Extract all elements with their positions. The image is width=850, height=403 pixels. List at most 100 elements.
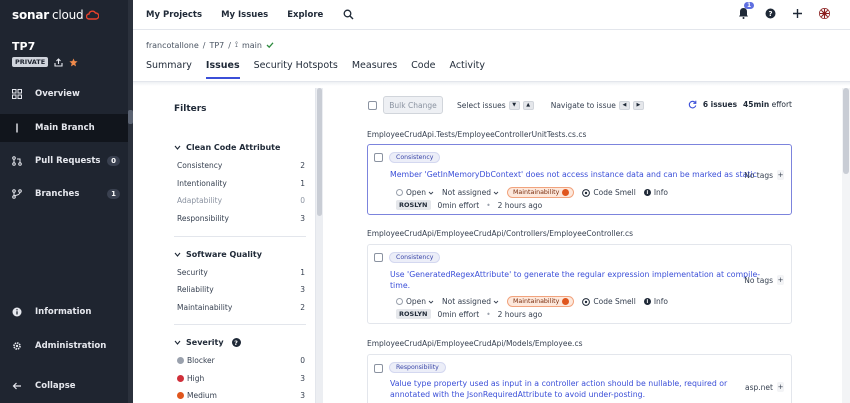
filter-option[interactable]: Security 1	[177, 268, 305, 277]
issue-tags[interactable]: asp.net +	[745, 382, 784, 392]
project-name[interactable]: TP7	[12, 40, 35, 53]
add-tag-button[interactable]: +	[777, 170, 784, 180]
breadcrumb-separator: /	[228, 40, 231, 50]
sidebar-item-main-branch[interactable]: Main Branch	[0, 114, 128, 142]
software-quality-badge[interactable]: Maintainability	[506, 187, 575, 198]
issue-tags[interactable]: No tags +	[744, 275, 784, 285]
filter-option[interactable]: High 3	[177, 374, 305, 383]
tab-issues[interactable]: Issues	[205, 60, 240, 79]
info-severity-icon: i	[643, 298, 651, 305]
help-icon[interactable]: ?	[231, 338, 241, 347]
sidebar-collapse-button[interactable]: Collapse	[0, 372, 128, 400]
breadcrumb-org[interactable]: francotallone	[146, 41, 199, 50]
issues-scrollbar-thumb[interactable]	[843, 88, 849, 174]
filter-label: Blocker	[187, 356, 215, 365]
issue-status: Open	[406, 188, 427, 197]
sidebar-item-overview[interactable]: Overview	[0, 80, 128, 108]
filter-option[interactable]: Responsibility 3	[177, 214, 305, 223]
filter-label: Medium	[187, 391, 217, 400]
sidebar-item-label: Main Branch	[35, 123, 95, 133]
tab-activity[interactable]: Activity	[449, 60, 485, 79]
filter-option[interactable]: Medium 3	[177, 391, 305, 400]
issue-file-path[interactable]: EmployeeCrudApi/EmployeeCrudApi/Controll…	[367, 229, 633, 238]
issue-message[interactable]: Use 'GeneratedRegexAttribute' to generat…	[390, 269, 760, 291]
software-quality-badge[interactable]: Maintainability	[506, 296, 575, 307]
filter-group-software-quality[interactable]: Software Quality	[174, 250, 262, 259]
tab-measures[interactable]: Measures	[352, 60, 397, 79]
filter-option[interactable]: Reliability 3	[177, 285, 305, 294]
plus-icon[interactable]	[792, 8, 803, 19]
filter-group-severity[interactable]: Severity ?	[174, 338, 241, 347]
issue-file-path[interactable]: EmployeeCrudApi.Tests/EmployeeController…	[367, 130, 586, 139]
notifications-button[interactable]: 1	[738, 2, 755, 19]
blocker-severity-icon	[177, 357, 184, 364]
chevron-down-icon	[174, 251, 181, 258]
breadcrumb-project[interactable]: TP7	[209, 41, 224, 50]
filter-option[interactable]: Intentionality 1	[177, 179, 305, 188]
issue-card[interactable]: Consistency Member 'GetInMemoryDbContext…	[367, 144, 792, 215]
filter-label: Maintainability	[177, 303, 233, 312]
select-all-checkbox[interactable]	[368, 100, 377, 110]
issues-scrollbar[interactable]	[842, 88, 850, 403]
sidebar-item-pull-requests[interactable]: Pull Requests 0	[0, 147, 128, 175]
issue-assignee-select[interactable]: Not assigned	[442, 188, 499, 197]
issue-tags[interactable]: No tags +	[744, 170, 784, 180]
issue-status-select[interactable]: Open	[396, 297, 434, 306]
filter-label: Reliability	[177, 285, 214, 294]
issue-assignee-select[interactable]: Not assigned	[442, 297, 499, 306]
issue-assignee: Not assigned	[442, 297, 491, 306]
filter-count: 3	[300, 214, 305, 223]
nav-my-issues[interactable]: My Issues	[221, 10, 268, 20]
high-severity-icon	[177, 375, 184, 382]
help-icon[interactable]: ?	[765, 8, 776, 19]
bulk-change-button[interactable]: Bulk Change	[383, 96, 443, 114]
issue-message[interactable]: Value type property used as input in a c…	[390, 378, 727, 400]
bullet-separator: •	[486, 309, 491, 319]
sidebar-item-branches[interactable]: Branches 1	[0, 180, 128, 208]
tab-summary[interactable]: Summary	[146, 60, 192, 79]
add-tag-button[interactable]: +	[777, 275, 784, 285]
issue-message-line: Value type property used as input in a c…	[390, 379, 728, 388]
sidebar-scrollbar-thumb[interactable]	[128, 110, 133, 124]
tags-label: asp.net	[745, 382, 773, 392]
svg-text:?: ?	[768, 10, 772, 18]
issue-message-line: Member 'GetInMemoryDbContext' does not a…	[390, 170, 757, 179]
filter-group-clean-code-attribute[interactable]: Clean Code Attribute	[174, 143, 280, 152]
avatar[interactable]	[819, 7, 830, 19]
sidebar-scrollbar[interactable]	[128, 0, 133, 403]
issue-message[interactable]: Member 'GetInMemoryDbContext' does not a…	[390, 169, 757, 180]
issue-meta-row: Open Not assigned Maintainability Code S…	[396, 296, 668, 307]
filter-option[interactable]: Blocker 0	[177, 356, 305, 365]
sidebar-item-administration[interactable]: Administration	[0, 332, 128, 360]
sonarcloud-logo[interactable]: sonar cloud	[12, 8, 100, 22]
filter-option[interactable]: Adaptability 0	[177, 196, 305, 205]
issue-checkbox[interactable]	[374, 364, 383, 373]
add-tag-button[interactable]: +	[777, 382, 784, 392]
issue-checkbox[interactable]	[374, 253, 383, 262]
sidebar-item-information[interactable]: Information	[0, 298, 128, 326]
issue-file-path[interactable]: EmployeeCrudApi/EmployeeCrudApi/Models/E…	[367, 339, 582, 348]
nav-explore[interactable]: Explore	[287, 10, 323, 20]
refresh-icon[interactable]	[688, 100, 697, 109]
share-icon[interactable]	[54, 57, 63, 67]
star-icon[interactable]	[69, 57, 78, 67]
filters-scrollbar[interactable]	[316, 88, 323, 403]
issue-card[interactable]: Consistency Use 'GeneratedRegexAttribute…	[367, 244, 792, 324]
chevron-down-icon	[493, 190, 499, 196]
filter-option[interactable]: Consistency 2	[177, 161, 305, 170]
nav-my-projects[interactable]: My Projects	[146, 10, 202, 20]
issue-age: 2 hours ago	[497, 200, 543, 210]
filters-scrollbar-thumb[interactable]	[317, 88, 322, 216]
tab-security-hotspots[interactable]: Security Hotspots	[254, 60, 338, 79]
tab-code[interactable]: Code	[411, 60, 435, 79]
issue-effort-row: ROSLYN 0min effort • 2 hours ago	[396, 309, 542, 319]
issue-type-label: Code Smell	[593, 297, 636, 306]
issue-checkbox[interactable]	[374, 153, 383, 162]
issue-card[interactable]: Responsibility Value type property used …	[367, 354, 792, 403]
issue-severity-label: Info	[653, 188, 669, 197]
search-icon[interactable]	[343, 9, 354, 20]
issue-message-line: time.	[390, 281, 411, 290]
filter-option[interactable]: Maintainability 2	[177, 303, 305, 312]
breadcrumb-branch[interactable]: main	[242, 41, 262, 50]
issue-status-select[interactable]: Open	[396, 188, 434, 197]
